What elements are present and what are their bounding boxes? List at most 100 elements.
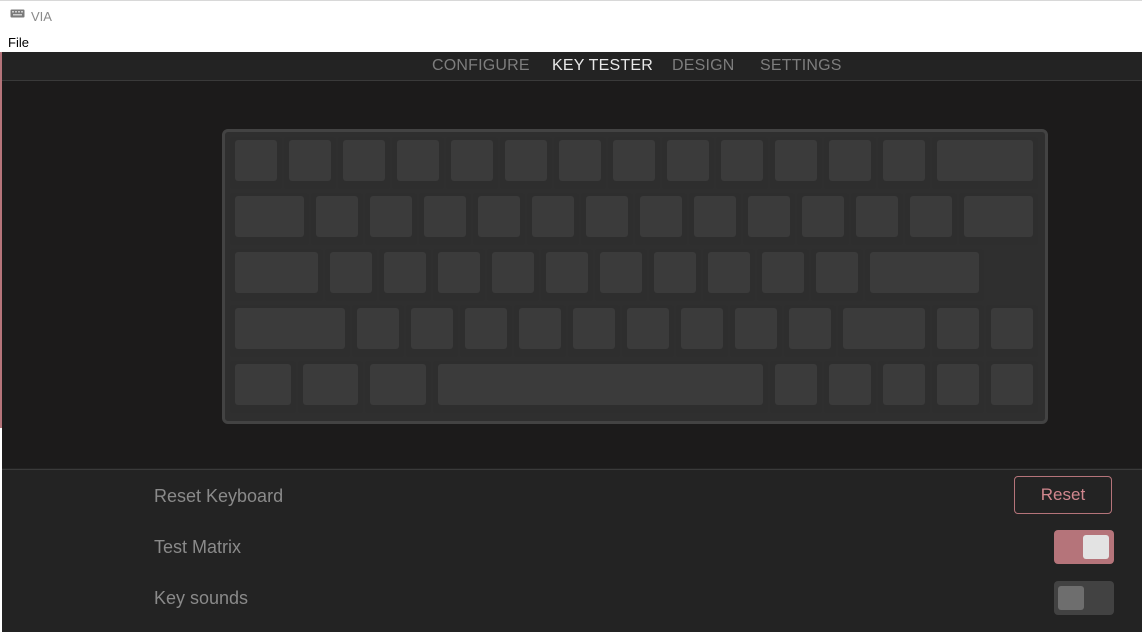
key <box>824 361 876 413</box>
key <box>365 361 431 413</box>
keycap <box>599 252 642 293</box>
key <box>662 137 714 189</box>
key <box>459 305 512 357</box>
keycap <box>235 364 291 405</box>
key <box>689 193 741 245</box>
keycap <box>235 140 277 181</box>
key <box>851 193 903 245</box>
keycap <box>991 308 1033 349</box>
test-matrix-toggle[interactable] <box>1054 530 1114 564</box>
key <box>878 361 930 413</box>
key <box>567 305 620 357</box>
key <box>297 361 363 413</box>
key <box>932 361 984 413</box>
keycap <box>518 308 561 349</box>
app-content: CONFIGURE KEY TESTER DESIGN SETTINGS Res… <box>2 52 1142 632</box>
toggle-knob <box>1058 586 1084 610</box>
keycap <box>370 196 412 237</box>
keycap <box>464 308 507 349</box>
key <box>230 249 323 301</box>
key <box>702 249 755 301</box>
keycap <box>572 308 615 349</box>
tab-key-tester[interactable]: KEY TESTER <box>552 57 653 75</box>
window-titlebar: VIA <box>0 0 1142 31</box>
key <box>716 137 768 189</box>
key <box>324 249 377 301</box>
toggle-knob <box>1083 535 1109 559</box>
window-edge <box>0 428 2 631</box>
key <box>527 193 579 245</box>
keycap <box>964 196 1033 237</box>
reset-button[interactable]: Reset <box>1014 476 1112 514</box>
keycap <box>748 196 790 237</box>
key-sounds-label: Key sounds <box>154 588 249 608</box>
keycap <box>302 364 358 405</box>
keycap <box>775 140 817 181</box>
tab-settings[interactable]: SETTINGS <box>760 57 842 75</box>
keycap <box>559 140 601 181</box>
keyboard-matrix <box>222 129 1048 424</box>
keycap <box>761 252 804 293</box>
keycap <box>383 252 426 293</box>
test-matrix-label: Test Matrix <box>154 537 242 557</box>
key <box>797 193 849 245</box>
key <box>230 137 282 189</box>
keycap <box>788 308 831 349</box>
keycap <box>640 196 682 237</box>
keycap <box>491 252 534 293</box>
keycap <box>775 364 817 405</box>
keycap <box>532 196 574 237</box>
window-title: VIA <box>31 9 52 24</box>
keycap <box>343 140 385 181</box>
keycap <box>478 196 520 237</box>
key-sounds-toggle[interactable] <box>1054 581 1114 615</box>
keycap <box>356 308 399 349</box>
key <box>608 137 660 189</box>
keycap <box>613 140 655 181</box>
key <box>986 305 1038 357</box>
key <box>905 193 957 245</box>
key <box>230 193 309 245</box>
keycap <box>734 308 777 349</box>
keycap <box>937 308 979 349</box>
key <box>932 305 984 357</box>
keycap <box>883 364 925 405</box>
tab-configure[interactable]: CONFIGURE <box>432 57 530 75</box>
keycap <box>410 308 453 349</box>
keycap <box>883 140 925 181</box>
keycap <box>910 196 952 237</box>
key <box>581 193 633 245</box>
keycap <box>829 140 871 181</box>
key <box>770 361 822 413</box>
key <box>864 249 984 301</box>
keycap <box>815 252 858 293</box>
menu-file[interactable]: File <box>8 35 29 50</box>
key <box>540 249 593 301</box>
keycap <box>316 196 358 237</box>
menu-bar: File <box>0 31 1142 52</box>
key <box>932 137 1038 189</box>
keycap <box>680 308 723 349</box>
keycap <box>370 364 426 405</box>
key <box>486 249 539 301</box>
key <box>959 193 1038 245</box>
keycap <box>437 252 480 293</box>
key <box>837 305 930 357</box>
keycap <box>829 364 871 405</box>
tab-design[interactable]: DESIGN <box>672 57 735 75</box>
key <box>729 305 782 357</box>
keycap <box>235 308 345 349</box>
keyboard-area <box>2 81 1142 468</box>
key <box>500 137 552 189</box>
key <box>635 193 687 245</box>
window-accent-edge <box>0 52 2 428</box>
keycap <box>451 140 493 181</box>
keycap <box>626 308 669 349</box>
key <box>284 137 336 189</box>
key <box>810 249 863 301</box>
keycap <box>397 140 439 181</box>
keycap <box>329 252 372 293</box>
keycap <box>707 252 750 293</box>
key <box>648 249 701 301</box>
keycap <box>235 196 304 237</box>
